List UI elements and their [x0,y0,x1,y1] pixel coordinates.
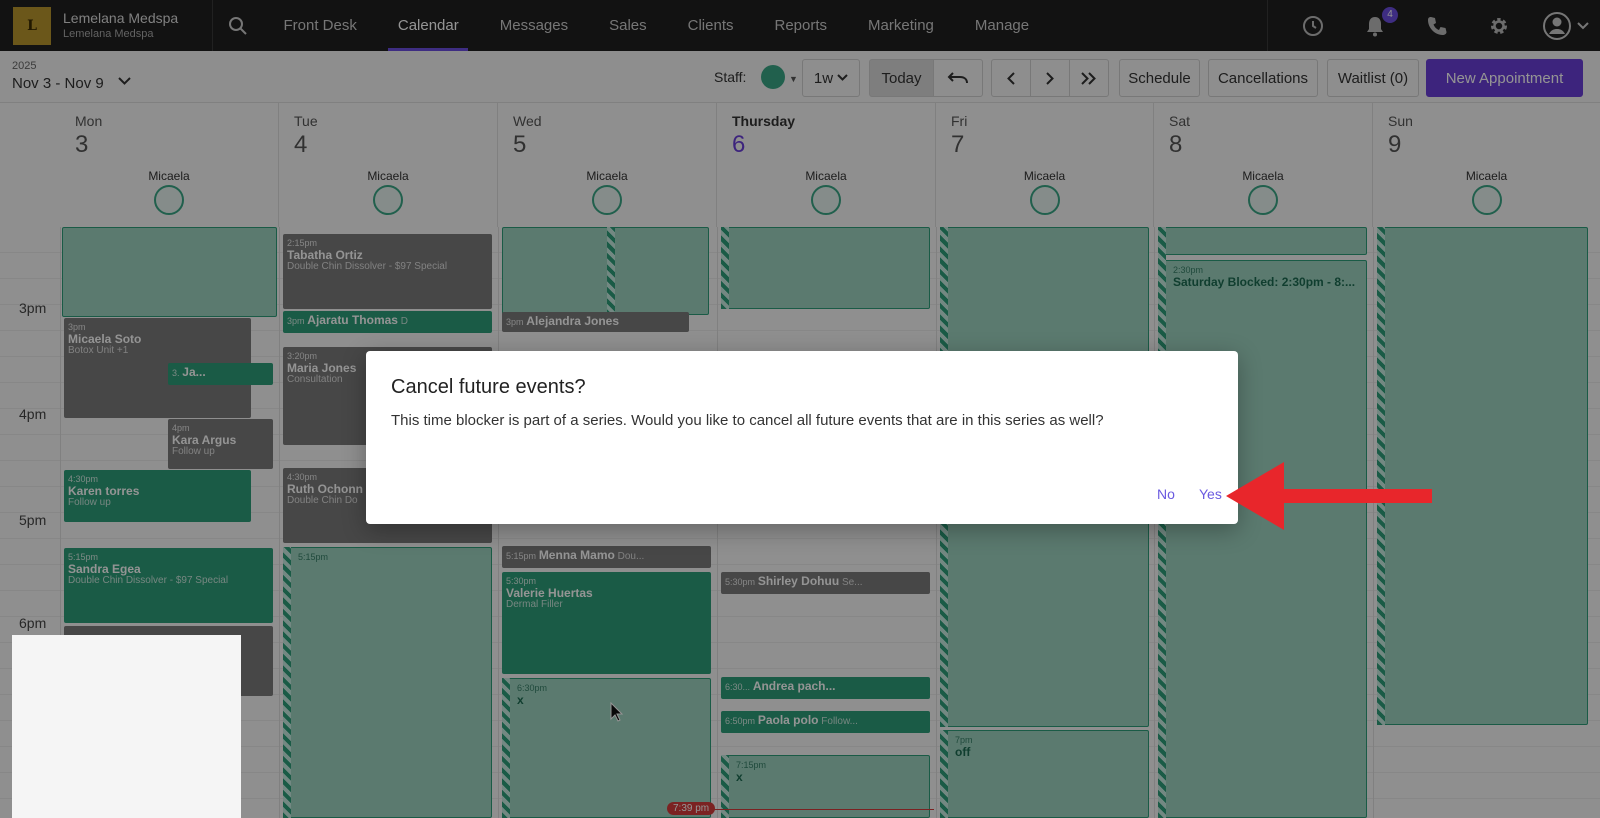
dialog-message: This time blocker is part of a series. W… [391,412,1104,429]
side-panel-fragment [12,635,241,818]
yes-button[interactable]: Yes [1199,486,1222,502]
cancel-future-events-dialog: Cancel future events? This time blocker … [366,351,1238,524]
red-arrow-annotation-icon [1226,462,1432,530]
dialog-title: Cancel future events? [391,376,586,398]
no-button[interactable]: No [1157,486,1175,502]
